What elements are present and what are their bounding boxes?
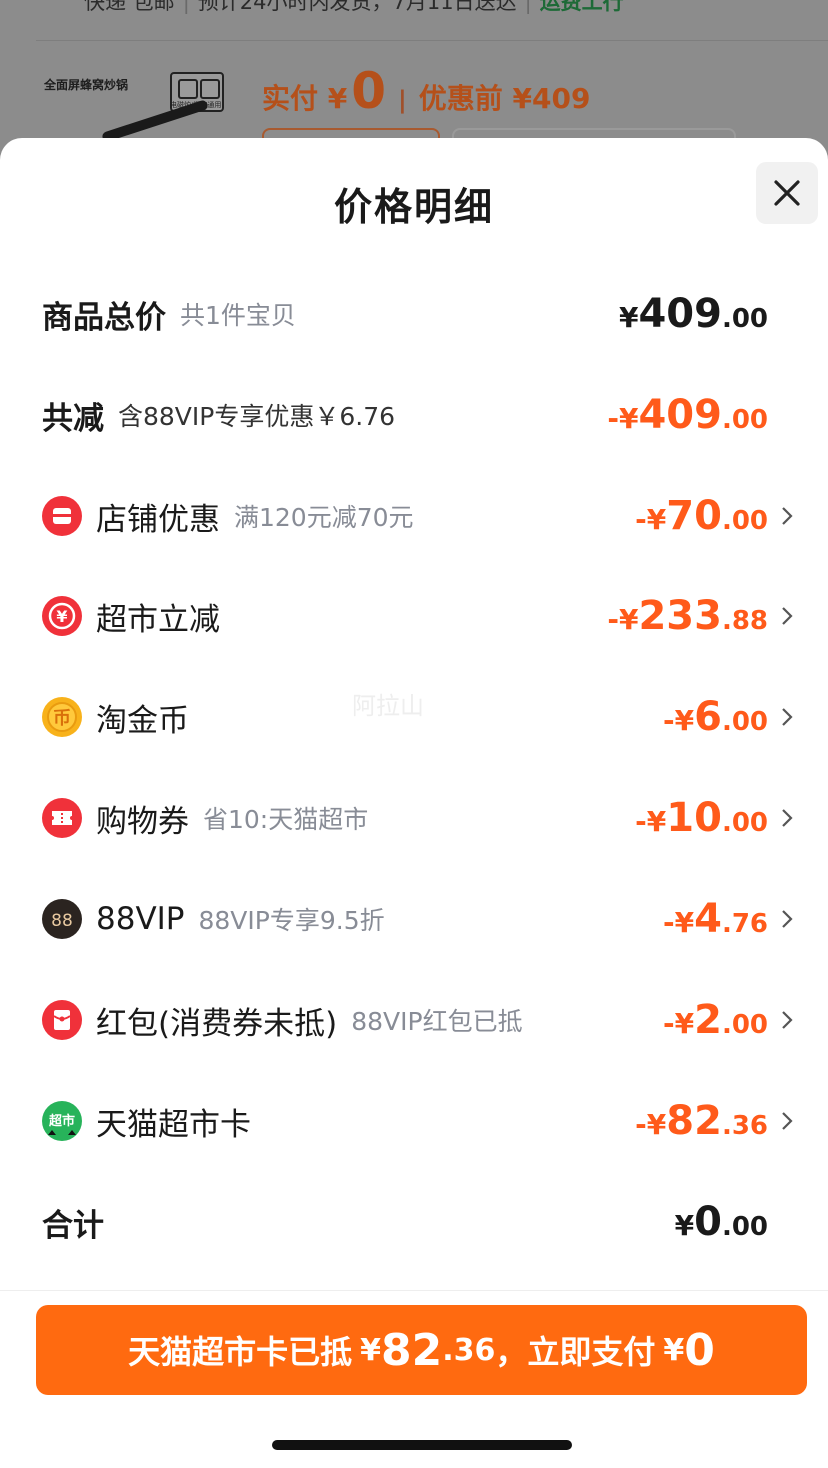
chevron-right-icon <box>782 809 793 827</box>
row-label: 合计 <box>42 1207 104 1244</box>
chevron-right-icon <box>782 1011 793 1029</box>
yuan-discount-icon: ¥ <box>42 596 82 636</box>
shipping-insurance: 运费工行 <box>539 0 624 14</box>
pay-currency: ¥ <box>360 1332 381 1368</box>
row-tmall-market-card[interactable]: 超市 天猫超市卡 -¥82.36 <box>0 1091 828 1151</box>
background-page: 快递 包邮|预计24小时内发货，7月11日送达|运费工行 全面屏蜂窝炒锅 电磁炉… <box>0 0 828 160</box>
background-divider <box>36 40 828 41</box>
sheet-title: 价格明细 <box>333 185 494 229</box>
product-name: 全面屏蜂窝炒锅 <box>44 78 129 92</box>
footer-divider <box>0 1290 828 1291</box>
row-sub: 88VIP专享9.5折 <box>198 906 385 935</box>
pay-currency-2: ¥ <box>663 1332 685 1368</box>
row-amount: -¥82.36 <box>635 1098 768 1144</box>
close-icon <box>774 180 800 206</box>
row-shop-discount[interactable]: 店铺优惠 满120元减70元 -¥70.00 <box>0 486 828 546</box>
svg-text:超市: 超市 <box>49 1113 75 1129</box>
shipping-eta: 预计24小时内发货，7月11日送达 <box>197 0 517 14</box>
price-detail-sheet: 价格明细 阿拉山 商品总价 共1件宝贝 ¥409.00 共减 含88VIP专享优… <box>0 138 828 1468</box>
chevron-right-icon <box>782 507 793 525</box>
row-label: 共减 <box>42 400 104 437</box>
svg-text:88: 88 <box>51 911 73 931</box>
row-amount: -¥10.00 <box>635 795 768 841</box>
svg-text:¥: ¥ <box>56 607 67 626</box>
row-market-discount[interactable]: ¥ 超市立减 -¥233.88 <box>0 586 828 646</box>
row-label: 淘金币 <box>96 702 189 739</box>
pay-middle: ，立即支付 <box>495 1333 656 1371</box>
tmall-market-card-icon: 超市 <box>42 1101 82 1141</box>
row-label: 购物券 <box>96 803 189 840</box>
svg-text:币: 币 <box>53 708 71 729</box>
row-label: 超市立减 <box>96 601 220 638</box>
row-amount: ¥409.00 <box>618 291 768 337</box>
pay-now-button[interactable]: 天猫超市卡已抵 ¥ 82 .36 ，立即支付 ¥ 0 <box>36 1305 807 1395</box>
row-88vip[interactable]: 88 88VIP 88VIP专享9.5折 -¥4.76 <box>0 889 828 949</box>
row-sub: 含88VIP专享优惠￥6.76 <box>118 402 396 431</box>
card-amount-dec: .36 <box>442 1332 496 1368</box>
row-label: 红包(消费券未抵) <box>96 1005 338 1042</box>
row-total-goods: 商品总价 共1件宝贝 ¥409.00 <box>0 284 828 344</box>
voucher-ticket-icon <box>42 798 82 838</box>
home-indicator <box>272 1440 572 1450</box>
chevron-right-icon <box>782 708 793 726</box>
close-button[interactable] <box>756 162 818 224</box>
paid-value: 0 <box>351 62 387 120</box>
row-amount: ¥0.00 <box>674 1199 768 1245</box>
row-sub: 省10:天猫超市 <box>203 805 369 834</box>
taojinbi-coin-icon: 币 <box>42 697 82 737</box>
card-amount-int: 82 <box>380 1324 443 1376</box>
pan-image <box>101 99 209 143</box>
row-red-packet[interactable]: 红包(消费券未抵) 88VIP红包已抵 -¥2.00 <box>0 990 828 1050</box>
pay-prefix: 天猫超市卡已抵 <box>128 1333 353 1371</box>
row-amount: -¥6.00 <box>662 694 768 740</box>
row-sub: 满120元减70元 <box>234 503 414 532</box>
row-sub: 88VIP红包已抵 <box>351 1007 523 1036</box>
chevron-right-icon <box>782 910 793 928</box>
row-sub: 共1件宝贝 <box>180 301 296 330</box>
before-discount-price: 优惠前 ¥409 <box>418 82 591 115</box>
row-grand-total: 合计 ¥0.00 <box>0 1192 828 1252</box>
row-amount: -¥70.00 <box>635 493 768 539</box>
row-amount: -¥4.76 <box>662 896 768 942</box>
row-label: 天猫超市卡 <box>96 1106 251 1143</box>
shipping-type: 快递 包邮 <box>84 0 175 14</box>
row-label: 88VIP <box>96 901 185 937</box>
paid-label: 实付 ¥ <box>262 82 348 115</box>
row-label: 店铺优惠 <box>96 501 220 538</box>
row-amount: -¥2.00 <box>662 997 768 1043</box>
red-packet-icon <box>42 1000 82 1040</box>
pay-value: 0 <box>684 1324 715 1376</box>
row-amount: -¥233.88 <box>607 593 768 639</box>
shop-coupon-icon <box>42 496 82 536</box>
paid-price: 实付 ¥0 | 优惠前 ¥409 <box>262 62 591 120</box>
chevron-right-icon <box>782 1112 793 1130</box>
chevron-right-icon <box>782 607 793 625</box>
shipping-info: 快递 包邮 | 预计24小时内发货，7月11日送达 | 运费工行 <box>84 0 624 16</box>
row-amount: -¥409.00 <box>607 392 768 438</box>
row-total-reduction: 共减 含88VIP专享优惠￥6.76 -¥409.00 <box>0 385 828 445</box>
row-label: 商品总价 <box>42 299 166 336</box>
88vip-badge-icon: 88 <box>42 899 82 939</box>
row-taojinbi[interactable]: 币 淘金币 -¥6.00 <box>0 687 828 747</box>
row-voucher[interactable]: 购物券 省10:天猫超市 -¥10.00 <box>0 788 828 848</box>
